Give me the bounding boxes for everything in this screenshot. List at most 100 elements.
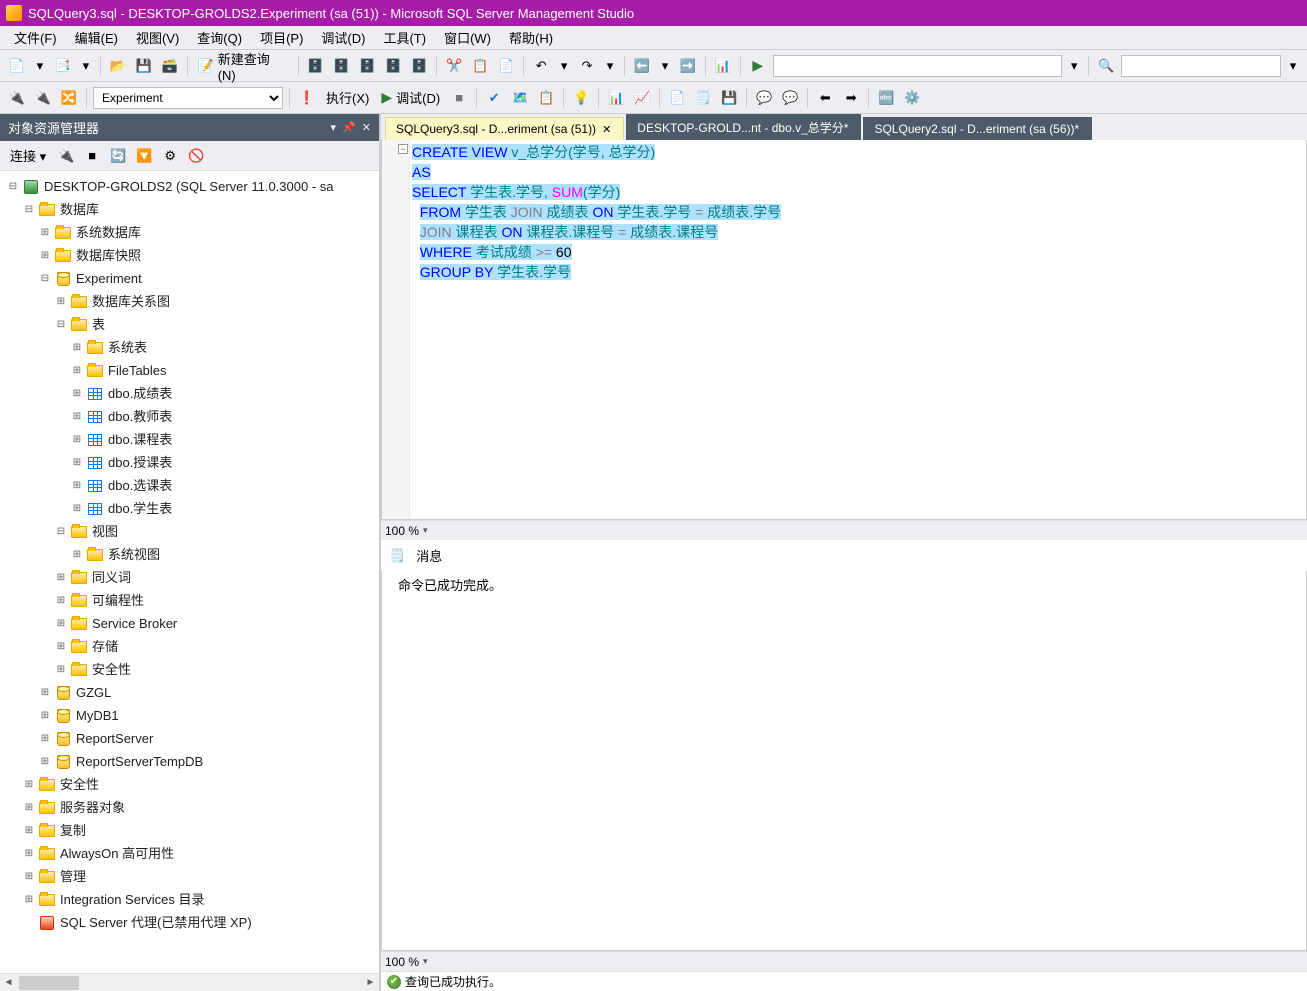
find-input[interactable] [1121, 55, 1281, 77]
solution-config-dropdown[interactable]: ▾ [1066, 55, 1082, 77]
horizontal-scrollbar[interactable]: ◄ ► [0, 973, 379, 991]
tree-servicebroker[interactable]: Service Broker [90, 612, 179, 635]
tree-table-5[interactable]: dbo.选课表 [106, 474, 174, 497]
object-explorer-tree[interactable]: ⊟ DESKTOP-GROLDS2 (SQL Server 11.0.3000 -… [0, 171, 379, 973]
menu-view[interactable]: 视图(V) [128, 26, 187, 49]
tree-toggle[interactable]: ⊞ [22, 847, 36, 861]
tree-security[interactable]: 安全性 [58, 773, 101, 796]
tree-experiment[interactable]: Experiment [74, 267, 144, 290]
tree-toggle[interactable]: ⊞ [54, 571, 68, 585]
tab-sqlquery2[interactable]: SQLQuery2.sql - D...eriment (sa (56))* [863, 117, 1092, 140]
estimated-plan-icon[interactable]: 🗺️ [509, 87, 531, 109]
execute-button[interactable]: 执行(X) [322, 86, 373, 109]
tree-server[interactable]: DESKTOP-GROLDS2 (SQL Server 11.0.3000 - … [42, 175, 336, 198]
results-grid-icon[interactable]: 🗒️ [692, 87, 714, 109]
tree-db-diagrams[interactable]: 数据库关系图 [90, 290, 172, 313]
tree-db-snapshots[interactable]: 数据库快照 [74, 244, 143, 267]
tree-toggle[interactable]: ⊞ [54, 295, 68, 309]
change-connection-icon[interactable]: 🔌 [6, 87, 28, 109]
menu-window[interactable]: 窗口(W) [436, 26, 499, 49]
tree-toggle[interactable]: ⊞ [70, 364, 84, 378]
nav-fwd-icon[interactable]: ➡️ [677, 55, 699, 77]
tree-toggle[interactable]: ⊞ [22, 801, 36, 815]
tree-toggle[interactable]: ⊟ [54, 318, 68, 332]
tree-toggle[interactable]: ⊞ [54, 617, 68, 631]
messages-pane[interactable]: 命令已成功完成。 [381, 571, 1307, 951]
sql-editor[interactable]: − CREATE VIEW v_总学分(学号, 总学分) AS SELECT 学… [381, 140, 1307, 520]
scroll-thumb[interactable] [19, 976, 79, 990]
tree-mydb1[interactable]: MyDB1 [74, 704, 121, 727]
find-dropdown[interactable]: ▾ [1285, 55, 1301, 77]
tree-toggle[interactable]: ⊞ [22, 778, 36, 792]
close-icon[interactable]: ✕ [602, 123, 611, 136]
database-selector[interactable]: Experiment [93, 87, 283, 109]
redo-dropdown[interactable]: ▾ [602, 55, 618, 77]
new-project-icon[interactable]: 📄 [6, 55, 28, 77]
tree-system-tables[interactable]: 系统表 [106, 336, 149, 359]
tree-toggle[interactable]: ⊞ [38, 686, 52, 700]
menu-file[interactable]: 文件(F) [6, 26, 65, 49]
engine-query-icon[interactable]: 🗄️ [305, 55, 327, 77]
tree-db-security[interactable]: 安全性 [90, 658, 133, 681]
tree-toggle[interactable]: ⊟ [54, 525, 68, 539]
tree-toggle[interactable]: ⊞ [54, 594, 68, 608]
save-icon[interactable]: 💾 [133, 55, 155, 77]
new-query-button[interactable]: 📝 新建查询(N) [194, 47, 292, 85]
undo-icon[interactable]: ↶ [530, 55, 552, 77]
nav-back-dropdown[interactable]: ▾ [657, 55, 673, 77]
increase-indent-icon[interactable]: ➡ [840, 87, 862, 109]
zoom-value[interactable]: 100 % [385, 955, 419, 969]
new-item-icon[interactable]: 📑 [52, 55, 74, 77]
stop-icon[interactable]: ■ [82, 146, 102, 166]
tree-toggle[interactable]: ⊞ [22, 824, 36, 838]
zoom-dropdown-icon[interactable]: ▾ [423, 525, 428, 536]
scroll-left-icon[interactable]: ◄ [0, 974, 17, 991]
tree-toggle[interactable]: ⊟ [22, 203, 36, 217]
tab-sqlquery3[interactable]: SQLQuery3.sql - D...eriment (sa (51)) ✕ [385, 117, 624, 140]
window-position-icon[interactable]: ▾ [331, 121, 337, 134]
results-file-icon[interactable]: 💾 [718, 87, 740, 109]
tree-toggle[interactable]: ⊟ [6, 180, 20, 194]
tree-reportservertempdb[interactable]: ReportServerTempDB [74, 750, 205, 773]
redo-icon[interactable]: ↷ [576, 55, 598, 77]
paste-icon[interactable]: 📄 [495, 55, 517, 77]
connect-button[interactable]: 连接 ▾ [6, 144, 50, 167]
solution-config-input[interactable] [773, 55, 1062, 77]
close-icon[interactable]: ✕ [362, 121, 371, 134]
tree-toggle[interactable]: ⊞ [70, 387, 84, 401]
analysis-query-icon[interactable]: 🗄️ [331, 55, 353, 77]
tree-views[interactable]: 视图 [90, 520, 120, 543]
filter-settings-icon[interactable]: ⚙ [160, 146, 180, 166]
tree-toggle[interactable]: ⊞ [70, 433, 84, 447]
tree-table-2[interactable]: dbo.教师表 [106, 405, 174, 428]
tree-toggle[interactable]: ⊞ [70, 548, 84, 562]
template-params-icon[interactable]: ⚙️ [901, 87, 923, 109]
filter-clear-icon[interactable]: 🚫 [186, 146, 206, 166]
decrease-indent-icon[interactable]: ⬅ [814, 87, 836, 109]
intellisense-icon[interactable]: 💡 [570, 87, 592, 109]
tree-table-4[interactable]: dbo.授课表 [106, 451, 174, 474]
execute-warning-icon[interactable]: ❗ [296, 87, 318, 109]
tree-toggle[interactable]: ⊞ [38, 226, 52, 240]
tree-synonyms[interactable]: 同义词 [90, 566, 133, 589]
undo-dropdown[interactable]: ▾ [556, 55, 572, 77]
editor-content[interactable]: CREATE VIEW v_总学分(学号, 总学分) AS SELECT 学生表… [410, 142, 1306, 282]
tree-toggle[interactable]: ⊞ [22, 893, 36, 907]
new-item-dropdown[interactable]: ▾ [78, 55, 94, 77]
cut-icon[interactable]: ✂️ [443, 55, 465, 77]
menu-help[interactable]: 帮助(H) [501, 26, 561, 49]
tree-replication[interactable]: 复制 [58, 819, 88, 842]
specify-values-icon[interactable]: 🔤 [875, 87, 897, 109]
tree-system-dbs[interactable]: 系统数据库 [74, 221, 143, 244]
query-options-icon[interactable]: 📋 [535, 87, 557, 109]
include-stats-icon[interactable]: 📈 [631, 87, 653, 109]
tree-toggle[interactable]: ⊟ [38, 272, 52, 286]
activity-monitor-icon[interactable]: 📊 [712, 55, 734, 77]
uncomment-icon[interactable]: 💬 [779, 87, 801, 109]
tree-toggle[interactable]: ⊞ [38, 709, 52, 723]
tree-toggle[interactable]: ⊞ [38, 732, 52, 746]
comment-icon[interactable]: 💬 [753, 87, 775, 109]
menu-debug[interactable]: 调试(D) [313, 26, 373, 49]
tree-table-3[interactable]: dbo.课程表 [106, 428, 174, 451]
disconnect-icon[interactable]: 🔌 [56, 146, 76, 166]
